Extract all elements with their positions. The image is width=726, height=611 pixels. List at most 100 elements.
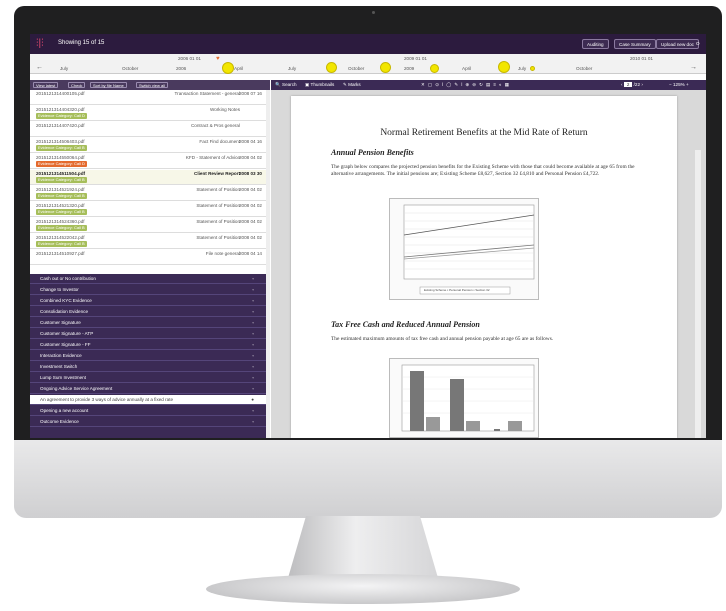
category-icon[interactable]: ▫ (252, 318, 254, 328)
category-item[interactable]: Opening a new account ▫ (30, 406, 266, 416)
category-icon[interactable]: ▫ (252, 373, 254, 383)
category-item[interactable]: Lump Sum Investment ▫ (30, 373, 266, 383)
category-item[interactable]: Customer Signature ▫ (30, 318, 266, 328)
view-latest-button[interactable]: View latest (33, 82, 59, 88)
list-item[interactable]: 2015121314550064.pdf KFD - Statement of … (30, 154, 266, 169)
category-item[interactable]: Customer Signature - ATP ▫ (30, 329, 266, 339)
category-item[interactable]: Interaction Evidence ▫ (30, 351, 266, 361)
category-icon[interactable]: ▫ (252, 362, 254, 372)
timeline-event[interactable] (530, 66, 535, 71)
file-desc: Client Review Report (194, 171, 240, 176)
file-desc: Statement of Position (196, 203, 240, 208)
viewer-scrollbar[interactable] (695, 150, 701, 438)
check-button[interactable]: Check (68, 82, 86, 88)
file-date: 2008 04 02 (239, 187, 262, 192)
month-label: October (348, 66, 365, 71)
category-label: Customer Signature - ATP (40, 331, 94, 336)
list-item[interactable]: 2015121314404320.pdf Working Notes Evide… (30, 106, 266, 121)
page-number-input[interactable]: 2 (623, 82, 633, 87)
zoom-control[interactable]: − 125% + (669, 82, 689, 87)
switch-view-button[interactable]: Switch view all (136, 82, 169, 88)
file-list-scrollbar[interactable] (266, 90, 270, 438)
paragraph: The estimated maximum amounts of tax fre… (331, 336, 554, 342)
page-nav[interactable]: ‹ 2 /22 › (621, 82, 643, 87)
category-badge: Evidence Category: Call B (36, 241, 87, 247)
timeline-event[interactable] (380, 62, 391, 73)
list-item[interactable]: 2015121314521320.pdf Statement of Positi… (30, 202, 266, 217)
monitor-chin (14, 440, 722, 518)
file-desc: Contract & Pros general (190, 123, 240, 128)
timeline-event[interactable] (222, 62, 234, 74)
user-icon[interactable]: O (692, 39, 704, 49)
month-label: July (60, 66, 69, 71)
category-icon[interactable]: ▫ (252, 296, 254, 306)
annotation-tools[interactable]: ✕▢⊙ǀ◯✎ǀ⊕⊖↻▤≡◐▦ (421, 82, 512, 88)
category-item[interactable]: Investment Switch ▫ (30, 362, 266, 372)
category-label: An agreement to provide 3 ways of advice… (40, 397, 174, 402)
tax-free-cash-chart-svg (401, 364, 535, 432)
file-name: 2015121314506403.pdf (36, 139, 85, 144)
thumbnails-button[interactable]: ▣ Thumbnails (305, 82, 334, 88)
file-name: 2015121314521924.pdf (36, 187, 85, 192)
tax-free-cash-chart-image (389, 358, 539, 438)
category-label: Ongoing Advice Service Agreement (40, 386, 113, 391)
category-item[interactable]: Cash out or No contribution ▫ (30, 274, 266, 284)
category-label: Change to Investor (40, 287, 79, 292)
document-viewer[interactable]: Normal Retirement Benefits at the Mid Ra… (271, 90, 706, 438)
file-name: 2015121314511504.pdf (36, 171, 86, 176)
section-heading: Annual Pension Benefits (331, 148, 414, 157)
list-item[interactable]: 2015121314400105.pdf Transaction Stateme… (30, 90, 266, 105)
case-summary-button[interactable]: Case Summary (614, 39, 656, 49)
search-button[interactable]: 🔍 Search (275, 82, 297, 88)
category-icon[interactable]: ▫ (252, 340, 254, 350)
category-icon[interactable]: ▫ (252, 351, 254, 361)
viewer-toolbar: 🔍 Search ▣ Thumbnails ✎ Marks ✕▢⊙ǀ◯✎ǀ⊕⊖↻… (271, 80, 706, 90)
category-icon[interactable]: ▫ (252, 307, 254, 317)
category-icon[interactable]: ▫ (252, 417, 254, 427)
app-header: ⫶|⫶ Showing 15 of 15 Auditing Case Summa… (30, 34, 706, 54)
file-date: 2008 04 02 (239, 235, 262, 240)
timeline-next-icon[interactable]: → (690, 64, 697, 71)
auditing-button[interactable]: Auditing (582, 39, 609, 49)
category-icon[interactable]: ▫ (252, 274, 254, 284)
category-icon[interactable]: ▫ (252, 285, 254, 295)
file-date: 2008 07 16 (239, 91, 262, 96)
category-label: Customer Signature - FF (40, 342, 91, 347)
timeline[interactable]: 2006 01 01 2009 01 01 2010 01 01 ♥ ← → J… (30, 54, 706, 74)
timeline-prev-icon[interactable]: ← (36, 64, 43, 71)
category-item[interactable]: Customer Signature - FF ▫ (30, 340, 266, 350)
list-item[interactable]: 2015121314510927.pdf File note general 2… (30, 250, 266, 265)
timeline-event[interactable] (498, 61, 510, 73)
monitor-scene: ⫶|⫶ Showing 15 of 15 Auditing Case Summa… (0, 0, 726, 611)
category-item[interactable]: An agreement to provide 3 ways of advice… (30, 395, 266, 405)
timeline-event[interactable] (430, 64, 439, 73)
file-name: 2015121314524360.pdf (36, 219, 85, 224)
timeline-event[interactable] (326, 62, 337, 73)
file-date: 2008 04 14 (239, 251, 262, 256)
sort-button[interactable]: Sort by file Name (90, 82, 127, 88)
list-item[interactable]: 2015121314524360.pdf Statement of Positi… (30, 218, 266, 233)
list-item[interactable]: 2015121314522042.pdf Statement of Positi… (30, 234, 266, 249)
category-icon[interactable]: ▫ (252, 406, 254, 416)
category-label: Cash out or No contribution (40, 276, 96, 281)
category-item[interactable]: Ongoing Advice Service Agreement ▫ (30, 384, 266, 394)
category-label: Lump Sum Investment (40, 375, 86, 380)
category-item[interactable]: Consolidation Evidence ▫ (30, 307, 266, 317)
list-item[interactable]: 2015121314521924.pdf Statement of Positi… (30, 186, 266, 201)
category-item[interactable]: Change to Investor ▫ (30, 285, 266, 295)
category-icon[interactable]: ▫ (252, 384, 254, 394)
category-item[interactable]: Combined KYC Evidence ▫ (30, 296, 266, 306)
search-label: Search (282, 82, 297, 87)
category-item[interactable]: Outcome Evidence ▫ (30, 417, 266, 427)
category-badge: Evidence Category: Call B (36, 209, 87, 215)
list-item[interactable]: 2015121314511504.pdf Client Review Repor… (30, 170, 266, 185)
list-item[interactable]: 2015121314506403.pdf Fact Find document … (30, 138, 266, 153)
file-name: 2015121314404320.pdf (36, 107, 85, 112)
marks-button[interactable]: ✎ Marks (343, 82, 361, 88)
list-item[interactable]: 2015121314407420.pdf Contract & Pros gen… (30, 122, 266, 137)
evidence-category-panel: Cash out or No contribution ▫ Change to I… (30, 274, 266, 438)
category-icon[interactable]: ▫ (252, 329, 254, 339)
category-icon[interactable]: ● (251, 395, 254, 405)
file-date: 2008 04 02 (239, 155, 262, 160)
category-label: Investment Switch (40, 364, 78, 369)
